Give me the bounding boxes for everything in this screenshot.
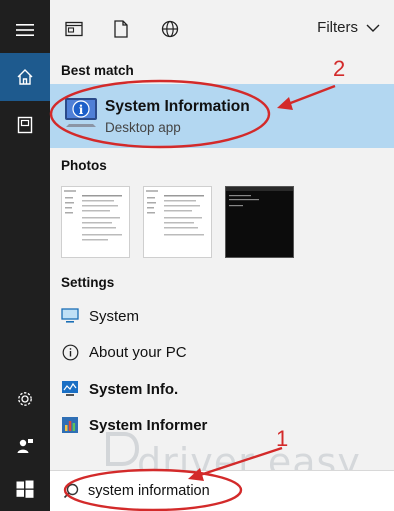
home-icon (17, 69, 33, 85)
app-window-icon (65, 21, 83, 37)
globe-icon (161, 20, 179, 38)
filter-toolbar: Filters (50, 0, 394, 58)
settings-item-label: System (89, 307, 140, 325)
gear-icon (18, 392, 32, 406)
best-match-result[interactable]: i System Information Desktop app (50, 84, 394, 148)
settings-button[interactable] (0, 375, 50, 423)
settings-item-system[interactable]: System (50, 300, 394, 332)
step-number-2: 2 (333, 56, 346, 81)
search-input[interactable] (88, 480, 368, 502)
home-button[interactable] (0, 53, 50, 101)
system-informer-icon (62, 417, 78, 433)
feedback-button[interactable] (0, 422, 50, 470)
hamburger-icon (16, 24, 34, 36)
settings-item-label: System Informer (89, 416, 208, 434)
notebook-icon (17, 116, 33, 134)
photo-thumbnail[interactable] (61, 186, 130, 258)
photo-thumbnail[interactable] (225, 186, 294, 258)
photos-heading: Photos (61, 158, 107, 173)
filters-label: Filters (317, 19, 358, 36)
settings-item-label: System Info. (89, 380, 179, 398)
search-icon (63, 483, 79, 499)
chevron-down-icon (366, 24, 380, 32)
system-information-icon: i (65, 98, 97, 127)
windows-logo-icon (16, 480, 34, 498)
documents-filter-button[interactable] (110, 18, 132, 40)
settings-item-system-informer[interactable]: System Informer (50, 409, 394, 441)
hamburger-menu-button[interactable] (0, 6, 50, 54)
best-match-subtitle: Desktop app (105, 120, 181, 135)
photo-thumbnail[interactable] (143, 186, 212, 258)
best-match-heading: Best match (61, 63, 134, 78)
svg-text:i: i (79, 103, 84, 117)
console-thumbnail-image (226, 187, 293, 207)
monitor-icon (61, 308, 79, 323)
system-info-icon (62, 381, 78, 396)
info-circle-icon (62, 344, 78, 360)
filters-dropdown[interactable]: Filters (317, 19, 380, 36)
start-button[interactable] (0, 466, 50, 511)
web-filter-button[interactable] (159, 18, 181, 40)
screenshot-thumbnail-image (64, 190, 122, 241)
person-feedback-icon (17, 439, 33, 453)
start-menu-rail (0, 0, 50, 511)
documents-button[interactable] (0, 101, 50, 149)
taskbar-search-box[interactable] (50, 470, 394, 511)
apps-filter-button[interactable] (63, 18, 85, 40)
screenshot-thumbnail-image (146, 190, 204, 236)
settings-heading: Settings (61, 275, 115, 290)
document-icon (114, 20, 128, 38)
settings-item-system-info[interactable]: System Info. (50, 373, 394, 405)
settings-item-label: About your PC (89, 343, 187, 361)
step-number-1: 1 (276, 426, 289, 451)
settings-item-about-your-pc[interactable]: About your PC (50, 336, 394, 368)
best-match-title: System Information (105, 98, 250, 115)
